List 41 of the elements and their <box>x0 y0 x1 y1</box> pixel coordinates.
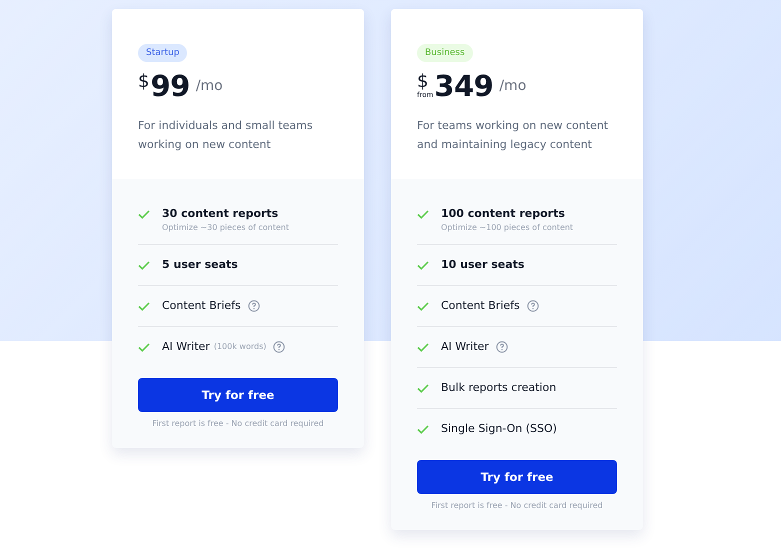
footnote: First report is free - No credit card required <box>430 501 604 510</box>
check-icon <box>417 302 429 311</box>
feature-note: (100k words) <box>214 342 266 351</box>
price-period: /mo <box>196 78 223 94</box>
feature-label: 100 content reports <box>441 207 565 220</box>
check-icon <box>417 425 429 434</box>
feature-label: AI Writer <box>162 340 210 353</box>
help-icon[interactable] <box>526 300 539 312</box>
help-icon[interactable] <box>248 300 260 312</box>
check-icon <box>417 384 429 393</box>
check-icon <box>417 210 429 219</box>
price-period: /mo <box>499 78 526 94</box>
help-icon[interactable] <box>496 340 508 352</box>
feature-label: 10 user seats <box>441 258 524 271</box>
plan-description: For teams working on new content and maintaining legacy content <box>417 118 610 153</box>
check-icon <box>138 261 150 270</box>
feature-label: 30 content reports <box>162 207 278 220</box>
check-icon <box>417 343 429 352</box>
price: 349 <box>434 72 494 101</box>
check-icon <box>138 210 150 219</box>
plan-description: For individuals and small teams working on new content <box>138 118 314 153</box>
feature-label: Content Briefs <box>441 299 520 312</box>
footnote: First report is free - No credit card required <box>151 419 325 428</box>
feature-subtitle: Optimize ~30 pieces of content <box>162 223 289 232</box>
feature-label: Content Briefs <box>162 299 241 312</box>
feature-label: AI Writer <box>441 340 489 353</box>
plan-badge: Business <box>417 44 473 62</box>
currency-symbol: $ <box>417 73 428 91</box>
currency-symbol: $ <box>138 73 150 91</box>
check-icon <box>417 261 429 270</box>
feature-subtitle: Optimize ~100 pieces of content <box>441 223 574 232</box>
check-icon <box>138 302 150 311</box>
feature-label: 5 user seats <box>162 258 238 271</box>
feature-label: Bulk reports creation <box>441 381 556 394</box>
help-icon[interactable] <box>273 340 286 352</box>
check-icon <box>138 343 150 352</box>
price: 99 <box>150 72 190 101</box>
try-button[interactable]: Try for free <box>417 460 617 494</box>
plan-badge: Startup <box>138 44 188 62</box>
try-button[interactable]: Try for free <box>138 378 338 412</box>
feature-label: Single Sign-On (SSO) <box>441 422 557 435</box>
